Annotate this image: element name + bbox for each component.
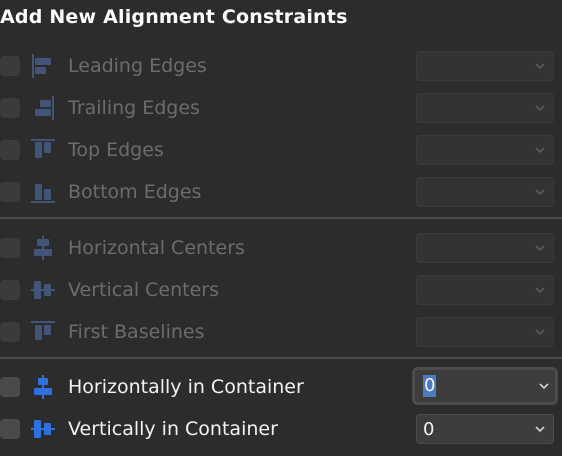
trailing-edges-checkbox[interactable] (0, 98, 20, 118)
vertical-centers-checkbox[interactable] (0, 280, 20, 300)
row-first-baselines: First Baselines (0, 311, 562, 353)
align-horizontal-centers-icon (34, 236, 52, 260)
chevron-down-icon (535, 189, 545, 196)
vertically-in-container-checkbox[interactable] (0, 419, 20, 439)
vertical-centers-label: Vertical Centers (68, 279, 220, 301)
top-edges-checkbox[interactable] (0, 140, 20, 160)
first-baselines-checkbox[interactable] (0, 322, 20, 342)
row-bottom-edges: Bottom Edges (0, 171, 562, 213)
row-horizontal-centers: Horizontal Centers (0, 227, 562, 269)
first-baselines-label: First Baselines (68, 321, 205, 343)
align-bottom-edges-icon (31, 184, 55, 203)
top-edges-label: Top Edges (68, 139, 164, 161)
vertically-in-container-value: 0 (423, 419, 435, 440)
vertically-in-container-label: Vertically in Container (68, 418, 278, 440)
chevron-down-icon (535, 426, 545, 433)
chevron-down-icon (535, 63, 545, 70)
horizontal-centers-select[interactable] (416, 233, 554, 263)
align-vertical-centers-icon (31, 281, 55, 299)
leading-edges-label: Leading Edges (68, 55, 207, 77)
horizontal-centers-label: Horizontal Centers (68, 237, 245, 259)
chevron-down-icon (539, 383, 549, 390)
chevron-down-icon (535, 287, 545, 294)
chevron-down-icon (535, 105, 545, 112)
trailing-edges-label: Trailing Edges (68, 97, 200, 119)
horizontal-centers-checkbox[interactable] (0, 238, 20, 258)
vertically-in-container-icon (31, 420, 55, 438)
panel-title: Add New Alignment Constraints (0, 6, 348, 28)
row-top-edges: Top Edges (0, 129, 562, 171)
leading-edges-checkbox[interactable] (0, 56, 20, 76)
vertical-centers-select[interactable] (416, 275, 554, 305)
chevron-down-icon (535, 245, 545, 252)
row-trailing-edges: Trailing Edges (0, 87, 562, 129)
align-first-baselines-icon (31, 321, 55, 340)
align-top-edges-icon (31, 139, 55, 158)
horizontally-in-container-value: 0 (423, 375, 437, 397)
bottom-edges-checkbox[interactable] (0, 182, 20, 202)
top-edges-select[interactable] (416, 135, 554, 165)
leading-edges-select[interactable] (416, 51, 554, 81)
align-trailing-edges-icon (35, 96, 54, 120)
bottom-edges-select[interactable] (416, 177, 554, 207)
horizontally-in-container-select[interactable]: 0 (412, 367, 558, 405)
section-divider (0, 217, 562, 219)
horizontally-in-container-icon (34, 375, 52, 399)
align-leading-edges-icon (32, 54, 51, 78)
row-horizontally-in-container: Horizontally in Container 0 (0, 366, 562, 408)
trailing-edges-select[interactable] (416, 93, 554, 123)
horizontally-in-container-label: Horizontally in Container (68, 376, 304, 398)
horizontally-in-container-checkbox[interactable] (0, 377, 20, 397)
bottom-edges-label: Bottom Edges (68, 181, 202, 203)
section-divider (0, 357, 562, 359)
row-vertical-centers: Vertical Centers (0, 269, 562, 311)
vertically-in-container-select[interactable]: 0 (416, 414, 554, 444)
row-vertically-in-container: Vertically in Container 0 (0, 408, 562, 450)
chevron-down-icon (535, 147, 545, 154)
row-leading-edges: Leading Edges (0, 45, 562, 87)
chevron-down-icon (535, 329, 545, 336)
first-baselines-select[interactable] (416, 317, 554, 347)
